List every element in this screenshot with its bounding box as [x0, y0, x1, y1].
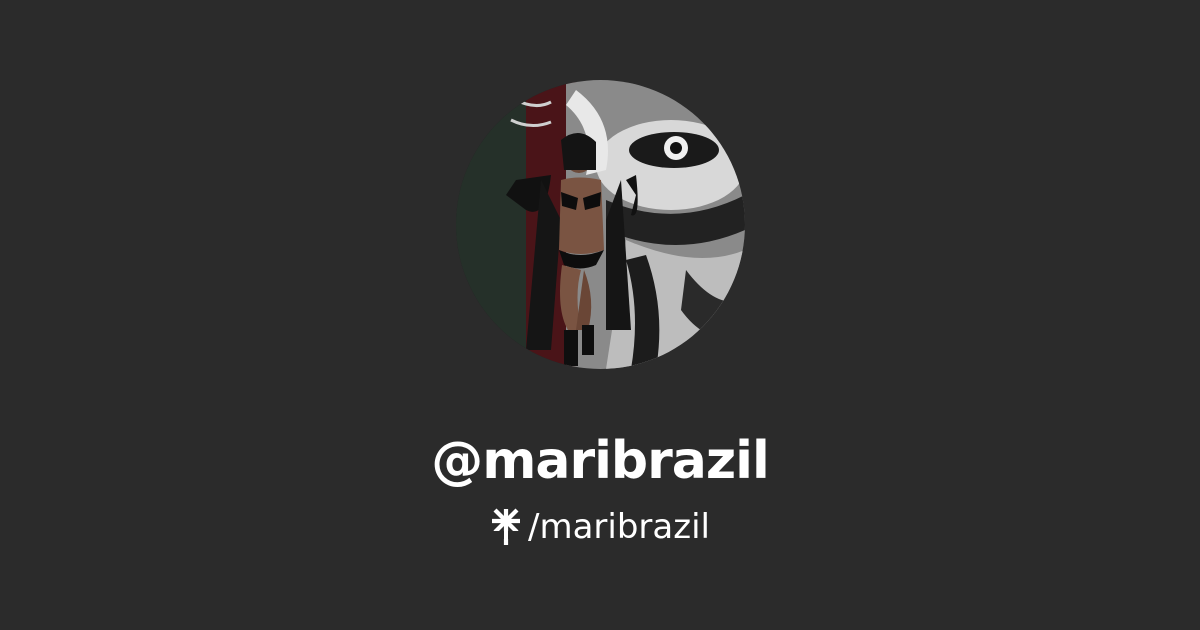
share-card: @maribrazil /maribrazil	[0, 0, 1200, 630]
profile-link-text[interactable]: /maribrazil	[528, 507, 710, 547]
avatar-image	[456, 80, 745, 369]
profile-link[interactable]: /maribrazil	[0, 502, 1200, 552]
linktree-asterisk-icon	[490, 507, 522, 547]
profile-avatar	[456, 80, 745, 369]
profile-handle: @maribrazil	[431, 431, 770, 491]
